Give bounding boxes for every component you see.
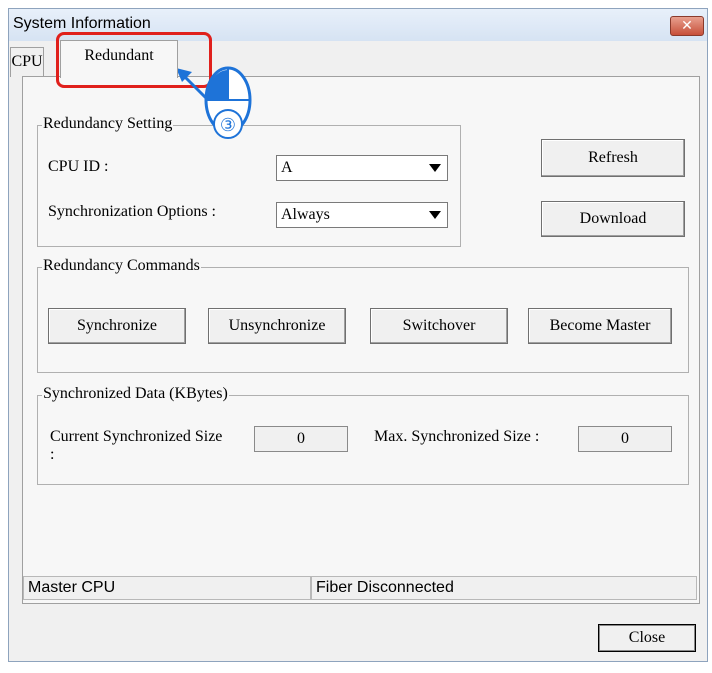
step-number-label: ③ — [220, 115, 236, 136]
switchover-button[interactable]: Switchover — [370, 308, 508, 344]
tab-cpu-label: CPU — [11, 53, 43, 70]
sync-options-select[interactable]: Always — [276, 202, 448, 228]
sync-options-label: Synchronization Options : — [48, 203, 216, 220]
chevron-down-icon — [429, 211, 441, 219]
sync-options-value: Always — [281, 206, 330, 223]
synchronize-button[interactable]: Synchronize — [48, 308, 186, 344]
max-synchronized-size-label: Max. Synchronized Size : — [374, 428, 540, 445]
current-synchronized-size-field: 0 — [254, 426, 348, 452]
mouse-callout-icon: ③ — [176, 66, 252, 139]
tab-redundant-label: Redundant — [84, 47, 154, 64]
become-master-button[interactable]: Become Master — [528, 308, 672, 344]
status-fiber: Fiber Disconnected — [311, 576, 697, 600]
tab-redundant[interactable]: Redundant — [60, 40, 178, 78]
status-master-cpu: Master CPU — [23, 576, 311, 600]
synchronized-data-legend: Synchronized Data (KBytes) — [42, 385, 229, 403]
tab-cpu[interactable]: CPU — [10, 47, 44, 77]
cpu-id-label: CPU ID : — [48, 158, 109, 175]
max-synchronized-size-field: 0 — [578, 426, 672, 452]
refresh-button[interactable]: Refresh — [541, 139, 685, 177]
close-button[interactable]: Close — [598, 624, 696, 652]
cpu-id-select[interactable]: A — [276, 155, 448, 181]
status-bar: Master CPU Fiber Disconnected — [17, 576, 697, 602]
download-button[interactable]: Download — [541, 201, 685, 237]
current-synchronized-size-label: Current Synchronized Size : — [50, 428, 223, 463]
redundancy-setting-legend: Redundancy Setting — [42, 115, 174, 133]
unsynchronize-button[interactable]: Unsynchronize — [208, 308, 346, 344]
redundancy-commands-legend: Redundancy Commands — [42, 257, 201, 275]
redundancy-commands-group: Redundancy Commands Synchronize Unsynchr… — [37, 257, 689, 373]
cpu-id-value: A — [281, 159, 293, 176]
window-title: System Information — [13, 15, 151, 32]
chevron-down-icon — [429, 164, 441, 172]
redundant-tab-panel: Redundancy Setting CPU ID : A Synchroniz… — [22, 76, 700, 604]
close-window-icon[interactable]: ✕ — [670, 16, 704, 36]
synchronized-data-group: Synchronized Data (KBytes) Current Synch… — [37, 385, 689, 485]
